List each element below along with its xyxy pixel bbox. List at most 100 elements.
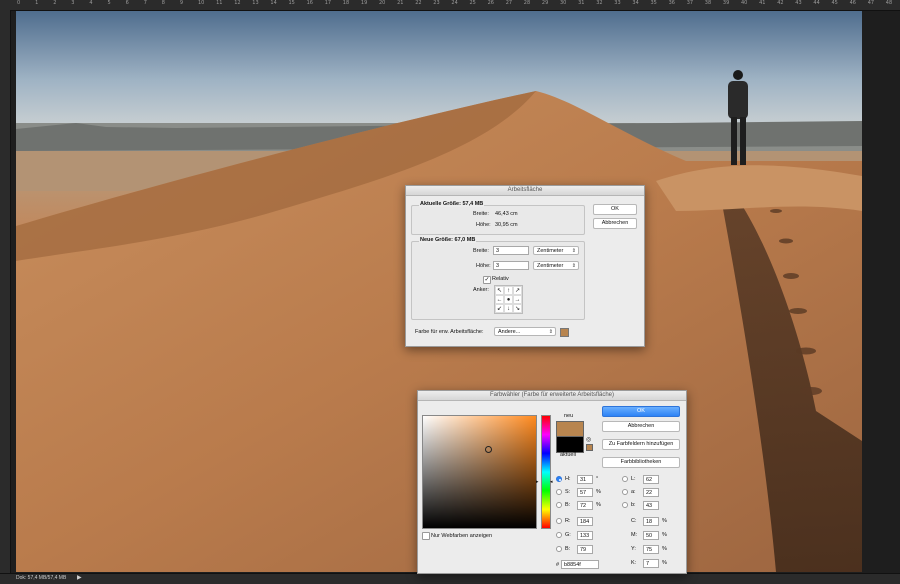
color-component-label: M: [631, 532, 638, 538]
left-ruler[interactable] [0, 10, 11, 573]
ruler-tick-label: 43 [795, 0, 802, 6]
ruler-tick-label: 39 [722, 0, 730, 6]
anchor-center-icon[interactable]: ● [504, 295, 513, 304]
ruler-tick-label: 24 [451, 0, 458, 6]
ruler-tick-label: 13 [252, 0, 259, 6]
color-component-label: C: [631, 518, 637, 524]
ruler-tick-label: 37 [686, 0, 694, 6]
color-component-field[interactable]: 7 [643, 559, 659, 568]
extension-color-select[interactable]: Andere... ⇕ [494, 327, 556, 336]
anchor-arrow-icon[interactable]: ↘ [513, 304, 522, 313]
ruler-tick-label: 45 [831, 0, 838, 6]
ruler-tick-label: 29 [541, 0, 549, 6]
status-bar: Dok: 57,4 MB/57,4 MB ▶ [0, 573, 900, 584]
top-ruler[interactable]: 0 1 2 3 4 5 6 7 8 9 10 11 12 13 14 15 16 17 18 19 20 21 22 23 24… [0, 0, 900, 11]
color-mode-radio[interactable] [556, 546, 562, 552]
ok-button[interactable]: OK [593, 204, 637, 215]
color-mode-radio[interactable] [556, 532, 562, 538]
hue-slider[interactable] [541, 415, 551, 529]
color-component-field[interactable]: 43 [643, 501, 659, 510]
new-width-unit-value: Zentimeter [537, 248, 564, 254]
color-component-field[interactable]: 79 [577, 545, 593, 554]
color-field-marker[interactable] [485, 446, 492, 453]
hex-prefix: # [556, 562, 560, 568]
color-mode-radio[interactable] [622, 502, 628, 508]
ruler-tick-label: 31 [578, 0, 585, 6]
color-component-unit: % [662, 532, 667, 538]
add-to-swatches-button[interactable]: Zu Farbfeldern hinzufügen [602, 439, 680, 450]
color-component-field[interactable]: 31 [577, 475, 593, 484]
anchor-arrow-icon[interactable]: → [513, 295, 522, 304]
dialog-title[interactable]: Arbeitsfläche [406, 186, 644, 196]
color-component-label: K: [631, 560, 637, 566]
color-component-unit: % [662, 546, 667, 552]
canvas-size-dialog: Arbeitsfläche Aktuelle Größe: 57,4 MB Br… [405, 185, 645, 347]
ruler-tick-label: 0 [17, 0, 21, 6]
color-component-field[interactable]: 62 [643, 475, 659, 484]
anchor-arrow-icon[interactable]: ↙ [495, 304, 504, 313]
new-width-unit-select[interactable]: Zentimeter ⇕ [533, 246, 579, 255]
cancel-button[interactable]: Abbrechen [593, 218, 637, 229]
color-component-field[interactable]: 133 [577, 531, 593, 540]
anchor-arrow-icon[interactable]: ↗ [513, 286, 522, 295]
anchor-arrow-icon[interactable]: ↑ [504, 286, 513, 295]
color-component-field[interactable]: 22 [643, 488, 659, 497]
hue-slider-left-arrow-icon[interactable]: ▸ [536, 479, 539, 485]
anchor-arrow-icon[interactable]: ↓ [504, 304, 513, 313]
cube-warning-icon[interactable]: ◎ [586, 436, 591, 443]
ruler-tick-label: 23 [433, 0, 440, 6]
anchor-grid[interactable]: ↖ ↑ ↗ ← ● → ↙ ↓ ↘ [494, 285, 523, 314]
color-field[interactable] [422, 415, 537, 529]
color-mode-radio[interactable] [622, 476, 628, 482]
anchor-label: Anker: [473, 287, 489, 293]
ruler-tick-label: 25 [469, 0, 476, 6]
new-size-label: Neue Größe: 67,0 MB [419, 237, 477, 243]
new-height-unit-select[interactable]: Zentimeter ⇕ [533, 261, 579, 270]
color-component-field[interactable]: 72 [577, 501, 593, 510]
hue-slider-right-arrow-icon[interactable]: ◂ [550, 479, 553, 485]
color-component-label: S: [565, 489, 571, 495]
picker-ok-button[interactable]: OK [602, 406, 680, 417]
color-mode-radio[interactable] [622, 489, 628, 495]
ruler-tick-label: 5 [107, 0, 111, 6]
document-size-info[interactable]: Dok: 57,4 MB/57,4 MB [16, 575, 66, 581]
color-component-field[interactable]: 75 [643, 545, 659, 554]
anchor-arrow-icon[interactable]: ↖ [495, 286, 504, 295]
current-size-group [411, 205, 585, 235]
color-mode-radio[interactable] [556, 489, 562, 495]
color-component-field[interactable]: 18 [643, 517, 659, 526]
color-component-label: G: [565, 532, 571, 538]
current-size-label: Aktuelle Größe: 57,4 MB [419, 201, 485, 207]
color-component-field[interactable]: 50 [643, 531, 659, 540]
color-component-field[interactable]: 184 [577, 517, 593, 526]
ruler-tick-label: 28 [523, 0, 531, 6]
ruler-tick-label: 34 [632, 0, 639, 6]
ruler-tick-label: 19 [360, 0, 368, 6]
status-menu-arrow-icon[interactable]: ▶ [77, 574, 82, 581]
ruler-tick-label: 6 [125, 0, 129, 6]
extension-color-swatch[interactable] [560, 328, 569, 337]
color-mode-radio[interactable] [556, 476, 562, 482]
color-libraries-button[interactable]: Farbbibliotheken [602, 457, 680, 468]
relative-checkbox[interactable]: ✓ [483, 276, 491, 284]
new-width-field[interactable]: 3 [493, 246, 529, 255]
chevron-updown-icon: ⇕ [548, 329, 553, 335]
color-mode-radio[interactable] [556, 518, 562, 524]
current-color-preview[interactable] [556, 436, 584, 453]
ruler-tick-label: 26 [487, 0, 494, 6]
new-height-field[interactable]: 3 [493, 261, 529, 270]
color-picker-title[interactable]: Farbwähler (Farbe für erweiterte Arbeits… [418, 391, 686, 401]
ruler-tick-label: 11 [216, 0, 223, 6]
web-colors-checkbox[interactable] [422, 532, 430, 540]
color-component-label: Y: [631, 546, 636, 552]
relative-label: Relativ [492, 276, 509, 282]
ruler-tick-label: 35 [650, 0, 657, 6]
color-component-field[interactable]: 57 [577, 488, 593, 497]
picker-cancel-button[interactable]: Abbrechen [602, 421, 680, 432]
color-mode-radio[interactable] [556, 502, 562, 508]
web-safe-swatch[interactable] [586, 444, 593, 451]
current-width-label: Breite: [473, 211, 489, 217]
ruler-tick-label: 42 [777, 0, 784, 6]
anchor-arrow-icon[interactable]: ← [495, 295, 504, 304]
hex-field[interactable]: b8854f [561, 560, 599, 569]
